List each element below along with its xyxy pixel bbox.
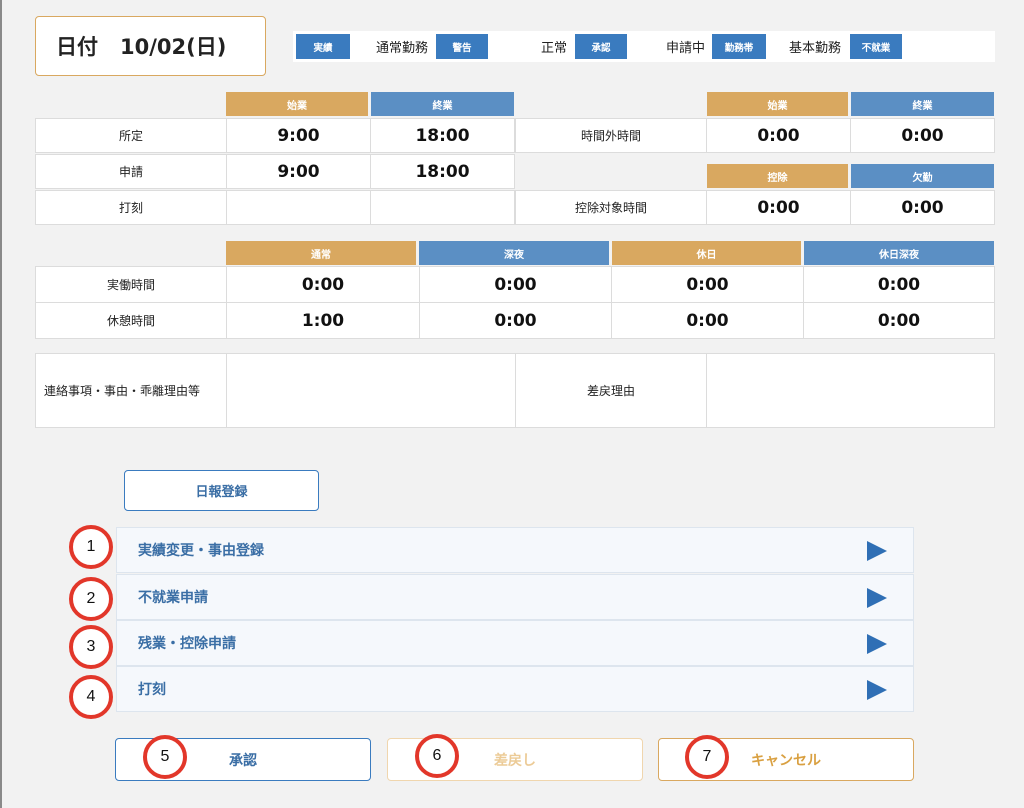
stamp-start	[226, 190, 371, 225]
deduction-header: 控除	[707, 164, 848, 188]
requested-end: 18:00	[370, 154, 515, 189]
callout-number-6: 6	[415, 734, 459, 778]
status-badge-shift: 勤務帯	[712, 34, 767, 59]
break-holiday-night: 0:00	[803, 302, 995, 339]
status-item-approval: 正常 承認	[541, 34, 628, 59]
menu-item-stamp[interactable]: 打刻	[116, 666, 914, 712]
scheduled-end: 18:00	[370, 118, 515, 153]
menu-label-result-change: 実績変更・事由登録	[138, 543, 264, 559]
overtime-header-end: 終業	[851, 92, 994, 116]
break-night: 0:00	[419, 302, 612, 339]
actual-normal: 0:00	[226, 266, 420, 303]
row-label-actual-hours: 実働時間	[35, 266, 227, 303]
status-badge-result: 実績	[296, 34, 350, 59]
callout-number-1: 1	[69, 525, 113, 569]
callout-number-5: 5	[143, 735, 187, 779]
status-item-shift: 申請中 勤務帯	[666, 34, 767, 59]
row-label-stamp: 打刻	[35, 190, 227, 225]
callout-number-3: 3	[69, 625, 113, 669]
callout-number-2: 2	[69, 577, 113, 621]
overtime-end: 0:00	[850, 118, 995, 153]
status-badge-approval: 承認	[575, 34, 628, 59]
status-text-normal: 正常	[541, 41, 568, 56]
status-badge-warning: 警告	[436, 34, 488, 59]
status-text-work-type: 通常勤務	[376, 41, 429, 56]
absence-value: 0:00	[850, 190, 995, 225]
contact-notes-label: 連絡事項・事由・乖離理由等	[35, 353, 227, 428]
status-text-applying: 申請中	[666, 41, 706, 56]
hours-header-normal: 通常	[226, 241, 416, 265]
return-reason-field[interactable]	[706, 353, 995, 428]
actual-night: 0:00	[419, 266, 612, 303]
menu-label-absence-request: 不就業申請	[138, 590, 208, 606]
status-text-basic-work: 基本勤務	[789, 41, 842, 56]
callout-number-4: 4	[69, 675, 113, 719]
overtime-start: 0:00	[706, 118, 851, 153]
actual-holiday: 0:00	[611, 266, 804, 303]
play-arrow-icon	[867, 634, 887, 654]
hours-header-holiday-night: 休日深夜	[804, 241, 994, 265]
overtime-header-start: 始業	[707, 92, 848, 116]
hours-header-holiday: 休日	[612, 241, 801, 265]
daily-report-button[interactable]: 日報登録	[124, 470, 319, 511]
row-label-scheduled: 所定	[35, 118, 227, 153]
absence-header: 欠勤	[851, 164, 994, 188]
break-normal: 1:00	[226, 302, 420, 339]
row-label-requested: 申請	[35, 154, 227, 189]
callout-number-7: 7	[685, 735, 729, 779]
deduction-label: 控除対象時間	[515, 190, 707, 225]
date-label: 日付	[56, 35, 98, 59]
menu-label-overtime-request: 残業・控除申請	[138, 636, 236, 652]
deduction-value: 0:00	[706, 190, 851, 225]
status-bar: 実績 通常勤務 警告 正常 承認 申請中 勤務帯 基本勤務 不就業	[293, 31, 995, 62]
play-arrow-icon	[867, 680, 887, 700]
date-value: 10/02(日)	[120, 35, 227, 59]
status-item-warning: 警告	[436, 34, 488, 59]
menu-item-absence-request[interactable]: 不就業申請	[116, 574, 914, 620]
menu-label-stamp: 打刻	[138, 682, 166, 698]
stamp-end	[370, 190, 515, 225]
play-arrow-icon	[867, 541, 887, 561]
menu-item-result-change[interactable]: 実績変更・事由登録	[116, 527, 914, 573]
window-edge	[0, 0, 2, 808]
menu-item-overtime-request[interactable]: 残業・控除申請	[116, 620, 914, 666]
return-reason-label: 差戻理由	[515, 353, 707, 428]
status-badge-absence: 不就業	[850, 34, 903, 59]
overtime-label: 時間外時間	[515, 118, 707, 153]
header-start: 始業	[226, 92, 368, 116]
header-end: 終業	[371, 92, 514, 116]
contact-notes-field[interactable]	[226, 353, 516, 428]
status-item-absence: 基本勤務 不就業	[789, 34, 903, 59]
break-holiday: 0:00	[611, 302, 804, 339]
play-arrow-icon	[867, 588, 887, 608]
actual-holiday-night: 0:00	[803, 266, 995, 303]
requested-start: 9:00	[226, 154, 371, 189]
row-label-break-hours: 休憩時間	[35, 302, 227, 339]
hours-header-night: 深夜	[419, 241, 609, 265]
status-item-result: 実績 通常勤務	[296, 34, 428, 59]
scheduled-start: 9:00	[226, 118, 371, 153]
date-display: 日付 10/02(日)	[35, 16, 266, 76]
